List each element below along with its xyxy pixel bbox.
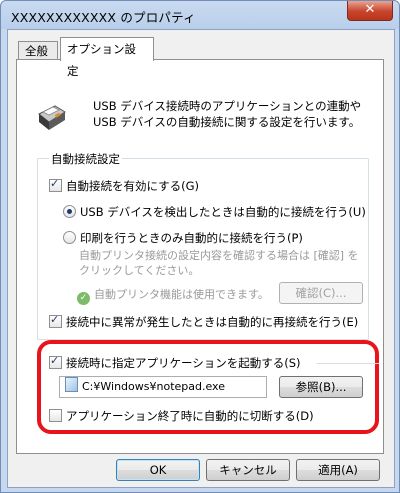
auto-connect-enable-checkbox[interactable]: 自動接続を有効にする(G) bbox=[49, 177, 199, 194]
auto-disconnect-checkbox[interactable]: アプリケーション終了時に自動的に切断する(D) bbox=[49, 408, 314, 424]
printer-status-text: 自動プリンタ機能は使用できます。 bbox=[94, 288, 269, 301]
print-note: 自動プリンタ接続の設定内容を確認する場合は [確認] をクリックしてください。 bbox=[79, 249, 359, 277]
browse-button[interactable]: 参照(B)... bbox=[279, 376, 363, 398]
apply-button[interactable]: 適用(A) bbox=[296, 459, 380, 481]
separator-line bbox=[317, 363, 379, 364]
ok-button[interactable]: OK bbox=[116, 459, 200, 481]
radio-unselected[interactable] bbox=[63, 231, 76, 244]
printer-status: ✓ 自動プリンタ機能は使用できます。 bbox=[77, 286, 269, 305]
radio-usb-detect-label: USB デバイスを検出したときは自動的に接続を行う(U) bbox=[80, 205, 366, 219]
radio-print-only[interactable]: 印刷を行うときのみ自動的に接続を行う(P) bbox=[63, 230, 303, 246]
checkbox-checked[interactable] bbox=[49, 313, 62, 328]
reconnect-checkbox[interactable]: 接続中に異常が発生したときは自動的に再接続を行う(E) bbox=[49, 313, 359, 330]
file-icon bbox=[65, 377, 78, 392]
check-ok-icon: ✓ bbox=[77, 292, 90, 305]
window-title: XXXXXXXXXXXX のプロパティ bbox=[11, 10, 196, 25]
intro-text: USB デバイス接続時のアプリケーションとの連動や USB デバイスの自動接続に… bbox=[93, 99, 362, 129]
properties-window: XXXXXXXXXXXX のプロパティ ✕ 全般 オプション設定 USB デバイ… bbox=[0, 0, 400, 493]
close-button[interactable]: ✕ bbox=[347, 1, 393, 21]
dialog-client: 全般 オプション設定 USB デバイス接続時のアプリケーションとの連動や USB… bbox=[7, 29, 395, 488]
auto-connect-group-title: 自動接続設定 bbox=[49, 151, 122, 167]
tab-general[interactable]: 全般 bbox=[18, 41, 58, 61]
app-path-field[interactable]: C:¥Windows¥notepad.exe bbox=[59, 376, 267, 398]
confirm-button[interactable]: 確認(C)... bbox=[279, 282, 363, 304]
app-path-value: C:¥Windows¥notepad.exe bbox=[82, 380, 225, 393]
radio-selected[interactable] bbox=[63, 205, 76, 218]
title-bar: XXXXXXXXXXXX のプロパティ ✕ bbox=[1, 1, 399, 28]
cancel-button[interactable]: キャンセル bbox=[206, 459, 290, 481]
checkbox-unchecked[interactable] bbox=[49, 409, 62, 422]
radio-print-only-label: 印刷を行うときのみ自動的に接続を行う(P) bbox=[80, 231, 303, 245]
options-panel: USB デバイス接続時のアプリケーションとの連動や USB デバイスの自動接続に… bbox=[16, 59, 384, 454]
radio-usb-detect[interactable]: USB デバイスを検出したときは自動的に接続を行う(U) bbox=[63, 204, 366, 220]
auto-connect-enable-label: 自動接続を有効にする(G) bbox=[66, 179, 199, 193]
checkbox-checked[interactable] bbox=[49, 354, 62, 369]
launch-app-checkbox[interactable]: 接続時に指定アプリケーションを起動する(S) bbox=[49, 354, 301, 371]
reconnect-label: 接続中に異常が発生したときは自動的に再接続を行う(E) bbox=[66, 315, 359, 329]
launch-app-label: 接続時に指定アプリケーションを起動する(S) bbox=[66, 356, 301, 370]
printer-icon bbox=[38, 105, 66, 130]
auto-disconnect-label: アプリケーション終了時に自動的に切断する(D) bbox=[66, 409, 314, 423]
checkbox-checked[interactable] bbox=[49, 177, 62, 192]
tab-options[interactable]: オプション設定 bbox=[60, 37, 154, 78]
